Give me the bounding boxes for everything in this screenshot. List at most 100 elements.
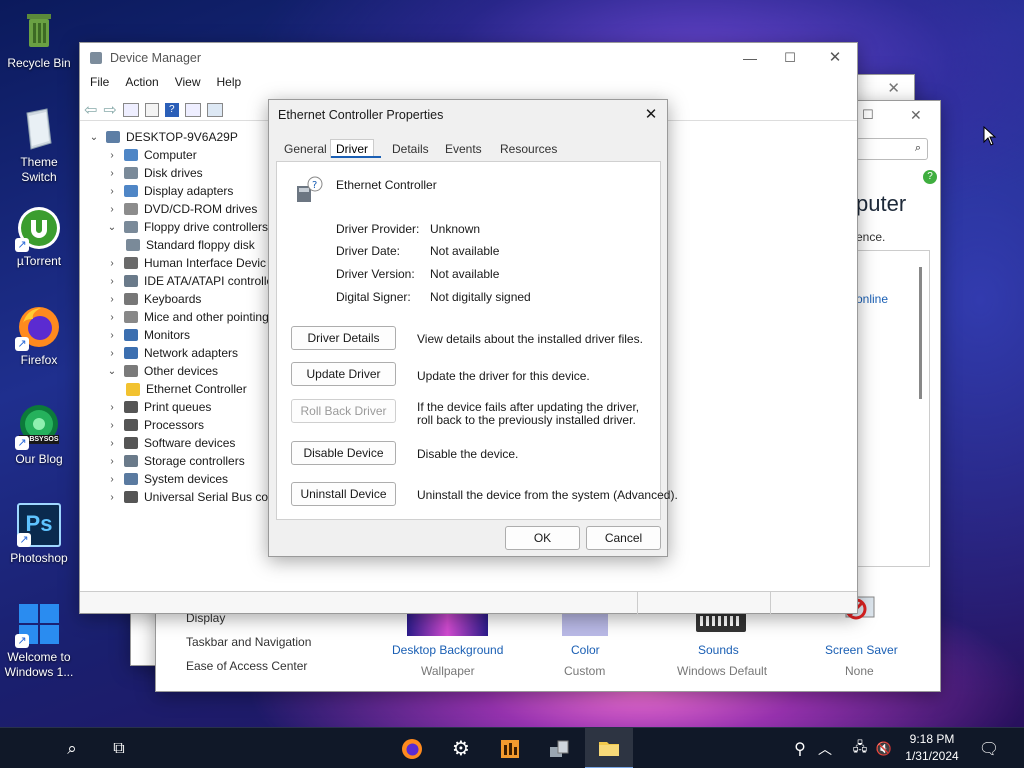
tree-category-item[interactable]: › Mice and other pointing — [106, 308, 268, 326]
color-swatch[interactable] — [562, 612, 608, 636]
ethernet-properties-dialog[interactable]: Ethernet Controller Properties ✕ General… — [268, 99, 678, 557]
update-driver-button[interactable]: Update Driver — [291, 362, 396, 386]
driver-details-button[interactable]: Driver Details — [291, 326, 396, 350]
clock[interactable]: 9:18 PM 1/31/2024 — [900, 731, 964, 765]
sounds-icon[interactable] — [696, 612, 746, 632]
chevron-down-icon[interactable]: ⌄ — [88, 132, 100, 143]
maximize-icon[interactable]: ☐ — [862, 107, 874, 123]
sounds-label[interactable]: Sounds — [698, 643, 739, 657]
menu-action[interactable]: Action — [125, 75, 158, 97]
chevron-up-icon[interactable]: ︿ — [814, 728, 836, 768]
tree-child-item[interactable]: Ethernet Controller — [126, 380, 247, 398]
file-explorer-icon[interactable] — [585, 728, 633, 768]
chevron-right-icon[interactable]: › — [106, 456, 118, 467]
close-button[interactable]: ✕ — [815, 43, 855, 73]
chevron-right-icon[interactable]: › — [106, 330, 118, 341]
chevron-down-icon[interactable]: ⌄ — [106, 222, 118, 233]
desktop-icon-utorrent[interactable]: ↗ µTorrent — [4, 206, 74, 269]
tree-category-item[interactable]: › Human Interface Devic — [106, 254, 266, 272]
menu-help[interactable]: Help — [217, 75, 242, 97]
dialog-close-button[interactable]: ✕ — [639, 103, 663, 127]
tree-category-item[interactable]: › Disk drives — [106, 164, 202, 182]
chevron-right-icon[interactable]: › — [106, 204, 118, 215]
tree-category-item[interactable]: › Computer — [106, 146, 196, 164]
roll-back-driver-button[interactable]: Roll Back Driver — [291, 399, 396, 423]
network-icon[interactable]: 🖧 — [849, 728, 871, 768]
tree-category-item[interactable]: › DVD/CD-ROM drives — [106, 200, 257, 218]
desktop-icon-recycle-bin[interactable]: Recycle Bin — [4, 8, 74, 71]
menu-file[interactable]: File — [90, 75, 109, 97]
tree-category-item[interactable]: › System devices — [106, 470, 228, 488]
properties-icon[interactable] — [122, 102, 139, 117]
tree-category-item[interactable]: › IDE ATA/ATAPI controlle — [106, 272, 273, 290]
chevron-right-icon[interactable]: › — [106, 420, 118, 431]
disable-device-button[interactable]: Disable Device — [291, 441, 396, 465]
chevron-down-icon[interactable]: ⌄ — [106, 366, 118, 377]
panel-scrollbar[interactable] — [919, 267, 922, 399]
menu-view[interactable]: View — [175, 75, 201, 97]
tree-root[interactable]: ⌄ DESKTOP-9V6A29P — [88, 128, 238, 146]
tree-category-item[interactable]: › Display adapters — [106, 182, 233, 200]
settings-icon[interactable]: ⚙ — [438, 728, 484, 768]
tree-category-item[interactable]: › Print queues — [106, 398, 211, 416]
details-icon[interactable] — [184, 102, 201, 117]
desktop-background-thumbnail[interactable] — [407, 612, 488, 636]
tree-category-item[interactable]: ⌄ Other devices — [106, 362, 218, 380]
chevron-right-icon[interactable]: › — [106, 258, 118, 269]
tree-category-item[interactable]: › Network adapters — [106, 344, 238, 362]
chevron-right-icon[interactable]: › — [106, 312, 118, 323]
tab-general[interactable]: General — [284, 142, 327, 156]
tree-category-item[interactable]: ⌄ Floppy drive controllers — [106, 218, 268, 236]
minimize-button[interactable]: — — [730, 43, 770, 73]
list-view-icon[interactable] — [144, 102, 159, 117]
desktop-icon-firefox[interactable]: ↗ Firefox — [4, 305, 74, 368]
tab-resources[interactable]: Resources — [500, 142, 557, 156]
tree-category-item[interactable]: › Processors — [106, 416, 204, 434]
device-manager-icon[interactable] — [536, 728, 582, 768]
chevron-right-icon[interactable]: › — [106, 294, 118, 305]
online-link[interactable]: online — [856, 292, 888, 306]
chevron-right-icon[interactable]: › — [106, 438, 118, 449]
desktop-background-label[interactable]: Desktop Background — [392, 643, 503, 657]
cancel-button[interactable]: Cancel — [586, 526, 661, 550]
chevron-right-icon[interactable]: › — [106, 168, 118, 179]
tree-category-item[interactable]: › Storage controllers — [106, 452, 244, 470]
maximize-button[interactable]: ☐ — [770, 43, 810, 73]
chevron-right-icon[interactable]: › — [106, 402, 118, 413]
tree-category-item[interactable]: › Keyboards — [106, 290, 201, 308]
tab-details[interactable]: Details — [392, 142, 429, 156]
help-icon[interactable]: ? — [164, 102, 179, 117]
tree-category-item[interactable]: › Monitors — [106, 326, 190, 344]
uninstall-device-button[interactable]: Uninstall Device — [291, 482, 396, 506]
scan-hardware-icon[interactable] — [206, 102, 223, 117]
left-link-ease-of-access[interactable]: Ease of Access Center — [186, 659, 307, 673]
ok-button[interactable]: OK — [505, 526, 580, 550]
tab-events[interactable]: Events — [445, 142, 482, 156]
desktop-icon-photoshop[interactable]: Ps ↗ Photoshop — [4, 503, 74, 566]
desktop-icon-theme-switch[interactable]: Theme Switch — [4, 107, 74, 185]
tree-category-item[interactable]: › Universal Serial Bus con — [106, 488, 274, 506]
color-label[interactable]: Color — [571, 643, 600, 657]
close-icon[interactable]: ✕ — [887, 79, 900, 97]
desktop-icon-welcome[interactable]: ↗ Welcome to Windows 1... — [4, 602, 74, 680]
back-arrow-icon[interactable]: ⇦ — [84, 100, 97, 120]
left-link-taskbar[interactable]: Taskbar and Navigation — [186, 635, 311, 649]
task-view-icon[interactable]: ⧉ — [96, 728, 142, 768]
close-icon[interactable]: ✕ — [910, 107, 922, 124]
help-icon[interactable]: ? — [923, 170, 937, 184]
volume-muted-icon[interactable]: 🔇 — [873, 728, 895, 768]
chevron-right-icon[interactable]: › — [106, 150, 118, 161]
firefox-icon[interactable] — [389, 728, 435, 768]
screen-saver-label[interactable]: Screen Saver — [825, 643, 898, 657]
tree-child-item[interactable]: Standard floppy disk — [126, 236, 255, 254]
app-icon[interactable] — [487, 728, 533, 768]
forward-arrow-icon[interactable]: ⇨ — [103, 100, 116, 120]
chevron-right-icon[interactable]: › — [106, 492, 118, 503]
tree-category-item[interactable]: › Software devices — [106, 434, 235, 452]
chevron-right-icon[interactable]: › — [106, 186, 118, 197]
search-icon[interactable]: ⌕ — [49, 728, 95, 768]
chevron-right-icon[interactable]: › — [106, 474, 118, 485]
chevron-right-icon[interactable]: › — [106, 276, 118, 287]
desktop-icon-our-blog[interactable]: LABSYSOS ↗ Our Blog — [4, 404, 74, 467]
notifications-icon[interactable]: 🗨 — [966, 728, 1012, 768]
